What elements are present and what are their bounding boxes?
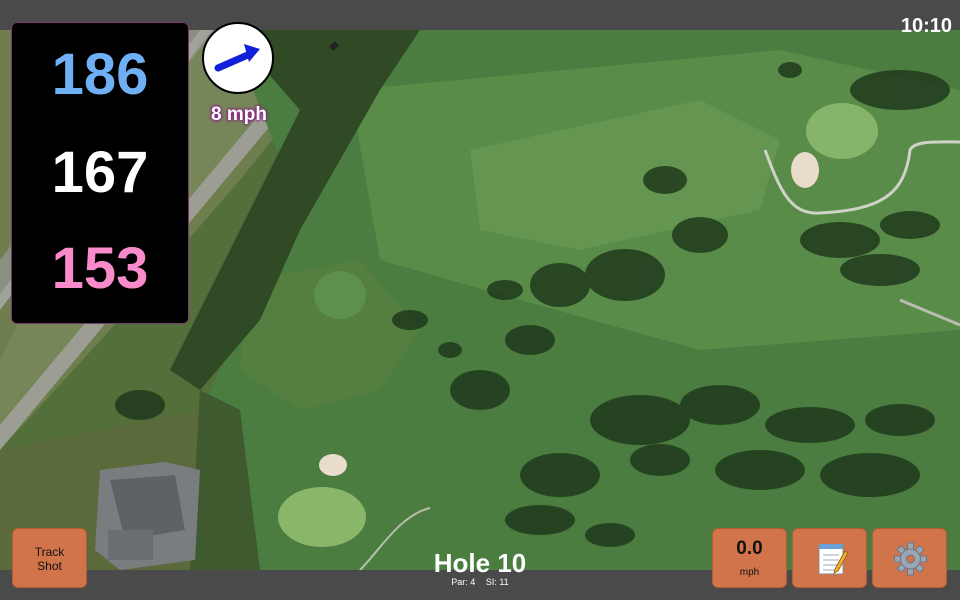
arrow-icon xyxy=(214,44,260,72)
speed-button[interactable]: 0.0 mph xyxy=(712,528,787,588)
wind-speed-label: 8 mph xyxy=(211,104,267,125)
front-distance: 153 xyxy=(51,236,149,301)
settings-button[interactable] xyxy=(872,528,947,588)
par-label: Par: 4 xyxy=(451,577,476,587)
speed-value: 0.0 xyxy=(736,538,763,559)
back-distance: 186 xyxy=(51,42,149,107)
yardage-panel: 186 167 153 xyxy=(11,22,189,324)
hole-info: Par: 4 SI: 11 xyxy=(380,577,580,587)
hole-title: Hole 10 xyxy=(433,548,527,578)
middle-distance: 167 xyxy=(51,140,149,205)
track-shot-button[interactable]: Track Shot xyxy=(12,528,87,588)
stroke-index-label: SI: 11 xyxy=(485,577,509,587)
gear-icon xyxy=(894,542,927,576)
notepad-icon xyxy=(818,544,849,575)
speed-unit: mph xyxy=(739,567,760,578)
track-shot-label: Track Shot xyxy=(34,545,65,573)
notes-button[interactable] xyxy=(792,528,867,588)
wind-indicator xyxy=(202,22,274,94)
clock: 10:10 xyxy=(900,15,952,37)
